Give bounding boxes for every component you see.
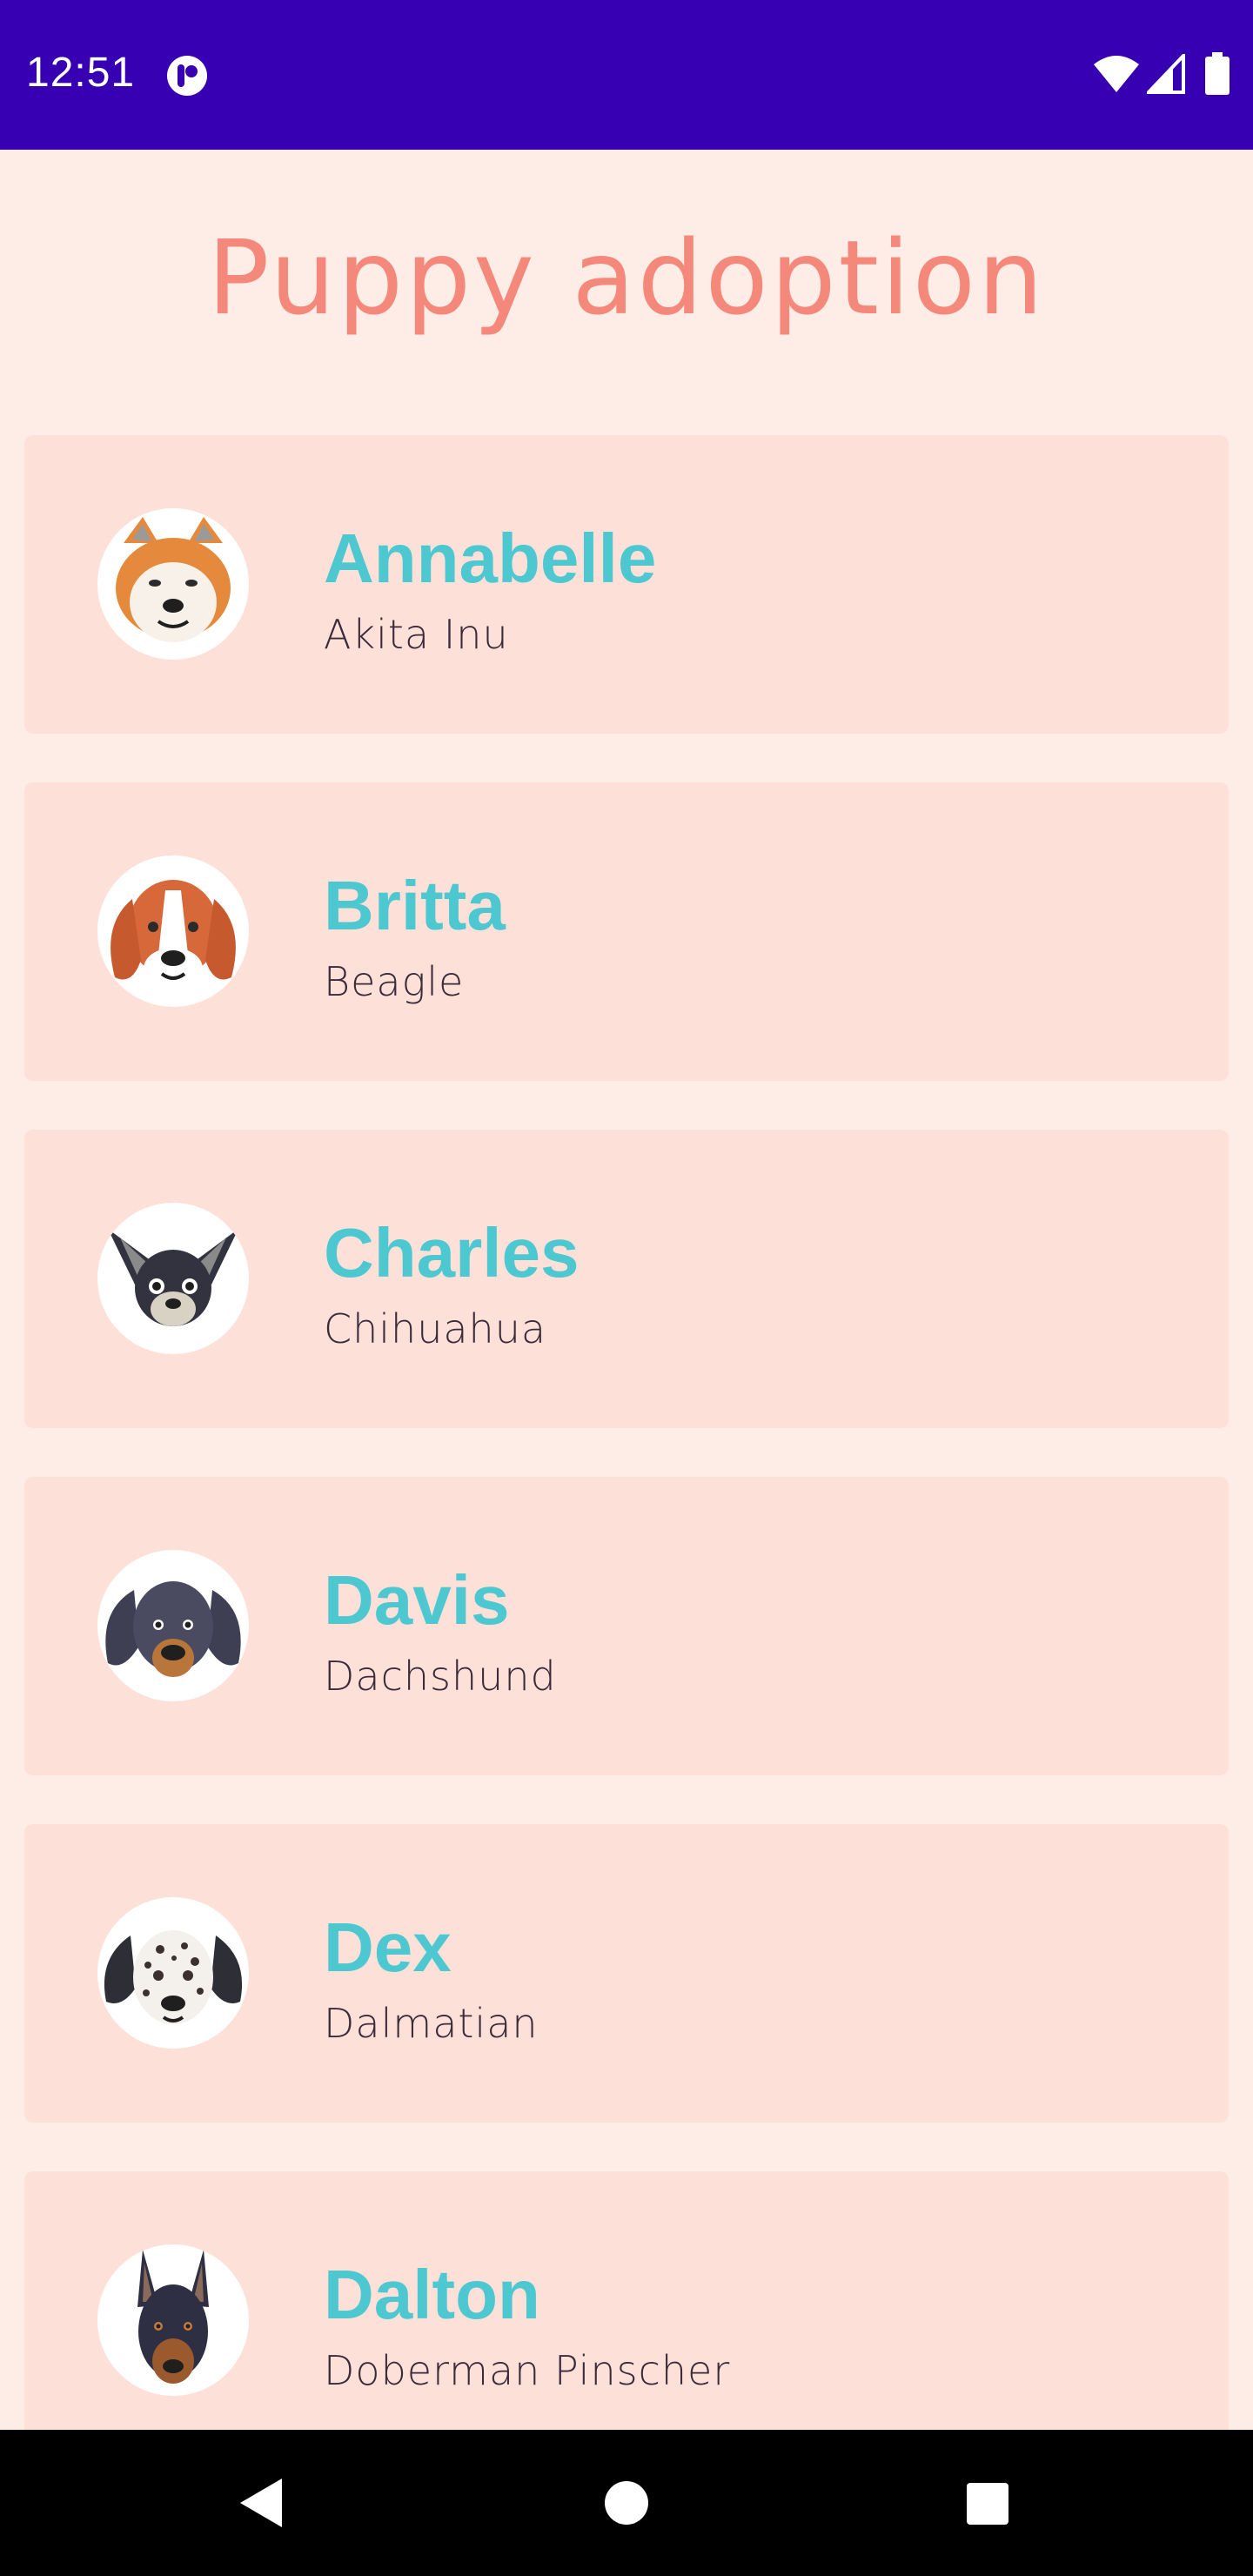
puppy-name: Britta	[324, 867, 506, 944]
app-notification-icon	[167, 56, 207, 96]
puppy-card[interactable]: Annabelle Akita Inu	[24, 435, 1229, 734]
puppy-name: Dex	[324, 1909, 452, 1986]
home-icon[interactable]	[604, 2480, 649, 2526]
dalmatian-icon	[97, 1897, 249, 2049]
beagle-icon	[97, 855, 249, 1007]
akita-icon	[97, 508, 249, 660]
puppy-breed: Beagle	[324, 958, 465, 1005]
page-title: Puppy adoption	[207, 218, 1046, 338]
puppy-card[interactable]: Charles Chihuahua	[24, 1130, 1229, 1428]
puppy-name: Charles	[324, 1214, 580, 1291]
doberman-icon	[97, 2244, 249, 2396]
puppy-list: Annabelle Akita Inu Britta Beagle Charle…	[24, 435, 1229, 2519]
recents-icon[interactable]	[966, 2482, 1009, 2526]
puppy-name: Dalton	[324, 2256, 540, 2333]
status-time: 12:51	[26, 50, 136, 96]
wifi-icon	[1094, 56, 1139, 92]
battery-icon	[1205, 52, 1230, 95]
cell-signal-icon	[1147, 54, 1185, 94]
puppy-breed: Akita Inu	[324, 611, 509, 658]
puppy-breed: Doberman Pinscher	[324, 2347, 731, 2394]
chihuahua-icon	[97, 1203, 249, 1354]
puppy-breed: Dalmatian	[324, 2000, 539, 2047]
back-icon[interactable]	[237, 2477, 284, 2529]
navigation-bar	[0, 2430, 1253, 2576]
puppy-name: Davis	[324, 1561, 510, 1639]
puppy-card[interactable]: Britta Beagle	[24, 782, 1229, 1081]
puppy-card[interactable]: Dalton Doberman Pinscher	[24, 2171, 1229, 2470]
puppy-card[interactable]: Dex Dalmatian	[24, 1824, 1229, 2123]
dachshund-icon	[97, 1550, 249, 1701]
puppy-breed: Chihuahua	[324, 1305, 547, 1352]
status-bar: 12:51	[0, 0, 1253, 150]
puppy-card[interactable]: Davis Dachshund	[24, 1477, 1229, 1775]
puppy-breed: Dachshund	[324, 1653, 557, 1700]
puppy-name: Annabelle	[324, 520, 657, 597]
